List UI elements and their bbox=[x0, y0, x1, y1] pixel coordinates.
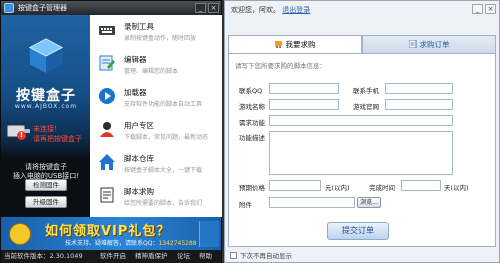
attachment-field[interactable] bbox=[269, 197, 355, 208]
deadline-label: 完成时间 bbox=[369, 184, 395, 192]
banner-side-tab bbox=[199, 221, 219, 247]
list-icon bbox=[408, 40, 416, 48]
server-label: 游戏官网 bbox=[353, 103, 379, 111]
game-site-field[interactable] bbox=[385, 99, 453, 110]
close-button[interactable]: × bbox=[208, 3, 219, 13]
window-title: 按键盒子管理器 bbox=[18, 4, 67, 12]
menu-title: 脚本求购 bbox=[124, 187, 154, 196]
phone-label: 联系手机 bbox=[353, 87, 379, 95]
box-logo-icon bbox=[28, 38, 64, 74]
tab-label: 求购订单 bbox=[419, 40, 450, 49]
qq-field[interactable] bbox=[269, 83, 339, 94]
link-forum[interactable]: 论坛 bbox=[177, 250, 190, 263]
attachment-label: 附件 bbox=[239, 201, 252, 209]
editor-icon bbox=[99, 55, 115, 71]
minimize-button[interactable]: _ bbox=[472, 4, 483, 14]
warning-icon: ! bbox=[17, 131, 26, 140]
menu-title: 加载器 bbox=[124, 88, 147, 97]
menu-desc: 给您所需要的脚本，告诉我们 bbox=[124, 200, 203, 207]
menu-desc: 支持软件功能的脚本自动工具 bbox=[124, 101, 203, 108]
device-sidebar: 按键盒子 www.AJBOX.com ! 未连接！ 请再把按键盒子 请将按键盒子… bbox=[1, 15, 90, 217]
request-window: 欢迎您，阿欢。 退出登录 _ × 我要求购 求购订单 请写下您所要求购的脚本信息… bbox=[224, 0, 500, 263]
tool-menu: 录制工具 录制按键盒动作，随时回放 编辑器 管理、编辑您的脚本 加载器 支持软件… bbox=[90, 15, 222, 217]
menu-desc: 按键盒子脚本大全，一键下载 bbox=[124, 167, 203, 174]
menu-title: 脚本仓库 bbox=[124, 154, 154, 163]
menu-item-editor[interactable]: 编辑器 管理、编辑您的脚本 bbox=[90, 48, 222, 81]
logo-url: www.AJBOX.com bbox=[14, 103, 78, 110]
house-icon bbox=[99, 154, 115, 170]
gift-icon bbox=[9, 223, 31, 245]
manager-titlebar[interactable]: 按键盒子管理器 _ × bbox=[1, 1, 221, 15]
insert-tip-line-1: 请将按键盒子 bbox=[25, 163, 67, 171]
browse-button[interactable]: 浏览... bbox=[357, 197, 381, 208]
link-software-start[interactable]: 软件开启 bbox=[100, 250, 126, 263]
checkbox[interactable] bbox=[230, 252, 237, 259]
budget-field[interactable] bbox=[269, 180, 321, 191]
feature-field[interactable] bbox=[269, 115, 453, 126]
cart-icon bbox=[274, 41, 282, 48]
budget-unit: 元(以内) bbox=[325, 184, 350, 192]
upgrade-firmware-button[interactable]: 升级固件 bbox=[25, 196, 67, 208]
version-text: 当前软件版本：2.30.1049 bbox=[4, 252, 83, 260]
welcome-bar: 欢迎您，阿欢。 退出登录 bbox=[231, 5, 310, 15]
connection-status: ! 未连接！ 请再把按键盒子 bbox=[7, 119, 85, 147]
tab-request[interactable]: 我要求购 bbox=[228, 35, 362, 53]
game-label: 游戏名称 bbox=[239, 103, 265, 111]
description-label: 功能描述 bbox=[239, 134, 265, 142]
support-prefix: 技术支持、疑难解答，请联系QQ： bbox=[65, 240, 159, 247]
window-controls: _ × bbox=[472, 4, 496, 14]
status-line-1: 未连接！ bbox=[33, 125, 61, 133]
tab-bar: 我要求购 求购订单 bbox=[228, 35, 496, 53]
menu-desc: 下载脚本，常见问题，最新动态 bbox=[124, 134, 209, 141]
vip-headline: 如何领取VIP礼包？ bbox=[45, 224, 171, 239]
tab-label: 我要求购 bbox=[285, 40, 316, 49]
checkbox-label: 下次不再自动显示 bbox=[240, 252, 292, 260]
loader-icon bbox=[99, 88, 115, 104]
keyboard-icon bbox=[99, 26, 115, 35]
request-form: 请写下您所要求购的脚本信息： 联系QQ 联系手机 游戏名称 游戏官网 需求功能 … bbox=[228, 53, 496, 247]
menu-desc: 管理、编辑您的脚本 bbox=[124, 68, 179, 75]
submit-order-button[interactable]: 提交订单 bbox=[327, 222, 389, 240]
tab-orders[interactable]: 求购订单 bbox=[362, 35, 496, 53]
menu-title: 录制工具 bbox=[124, 22, 154, 31]
logo-text: 按键盒子 bbox=[16, 88, 76, 104]
feature-label: 需求功能 bbox=[239, 119, 265, 127]
status-line-2: 请再把按键盒子 bbox=[33, 135, 82, 143]
vip-banner[interactable]: 如何领取VIP礼包？ 技术支持、疑难解答，请联系QQ：1342745288 bbox=[1, 217, 221, 250]
menu-item-user-zone[interactable]: 用户专区 下载脚本，常见问题，最新动态 bbox=[90, 114, 222, 147]
logout-link[interactable]: 退出登录 bbox=[282, 6, 310, 14]
support-qq: 1342745288 bbox=[158, 240, 197, 247]
link-help[interactable]: 帮助 bbox=[199, 250, 212, 263]
welcome-text: 欢迎您，阿欢。 bbox=[231, 6, 280, 14]
minimize-button[interactable]: _ bbox=[195, 3, 206, 13]
budget-label: 预期价格 bbox=[239, 184, 265, 192]
deadline-field[interactable] bbox=[401, 180, 441, 191]
form-hint: 请写下您所要求购的脚本信息： bbox=[235, 62, 326, 70]
game-name-field[interactable] bbox=[269, 99, 339, 110]
menu-title: 用户专区 bbox=[124, 121, 154, 130]
manager-window: 按键盒子管理器 _ × 按键盒子 www.AJBOX.com ! 未连接！ 请再… bbox=[0, 0, 222, 263]
support-text: 技术支持、疑难解答，请联系QQ：1342745288 bbox=[65, 238, 197, 247]
qq-label: 联系QQ bbox=[239, 87, 263, 95]
menu-item-script-request[interactable]: 脚本求购 给您所需要的脚本，告诉我们 bbox=[90, 180, 222, 213]
menu-title: 编辑器 bbox=[124, 55, 147, 64]
menu-desc: 录制按键盒动作，随时回放 bbox=[124, 35, 197, 42]
menu-item-script-store[interactable]: 脚本仓库 按键盒子脚本大全，一键下载 bbox=[90, 147, 222, 180]
menu-item-loader[interactable]: 加载器 支持软件功能的脚本自动工具 bbox=[90, 81, 222, 114]
script-icon bbox=[100, 187, 114, 203]
user-icon bbox=[100, 122, 114, 137]
detect-firmware-button[interactable]: 检测固件 bbox=[25, 179, 67, 191]
app-icon bbox=[4, 3, 14, 13]
description-textarea[interactable] bbox=[269, 131, 453, 175]
menu-item-record[interactable]: 录制工具 录制按键盒动作，随时回放 bbox=[90, 15, 222, 48]
status-bar: 当前软件版本：2.30.1049 软件开启 精神盾保护 论坛 帮助 bbox=[1, 250, 221, 263]
window-controls: _ × bbox=[195, 3, 219, 13]
phone-field[interactable] bbox=[385, 83, 453, 94]
close-button[interactable]: × bbox=[485, 4, 496, 14]
deadline-unit: 天(以内) bbox=[444, 184, 469, 192]
no-autoshow-option[interactable]: 下次不再自动显示 bbox=[230, 250, 292, 260]
link-protection[interactable]: 精神盾保护 bbox=[135, 250, 168, 263]
